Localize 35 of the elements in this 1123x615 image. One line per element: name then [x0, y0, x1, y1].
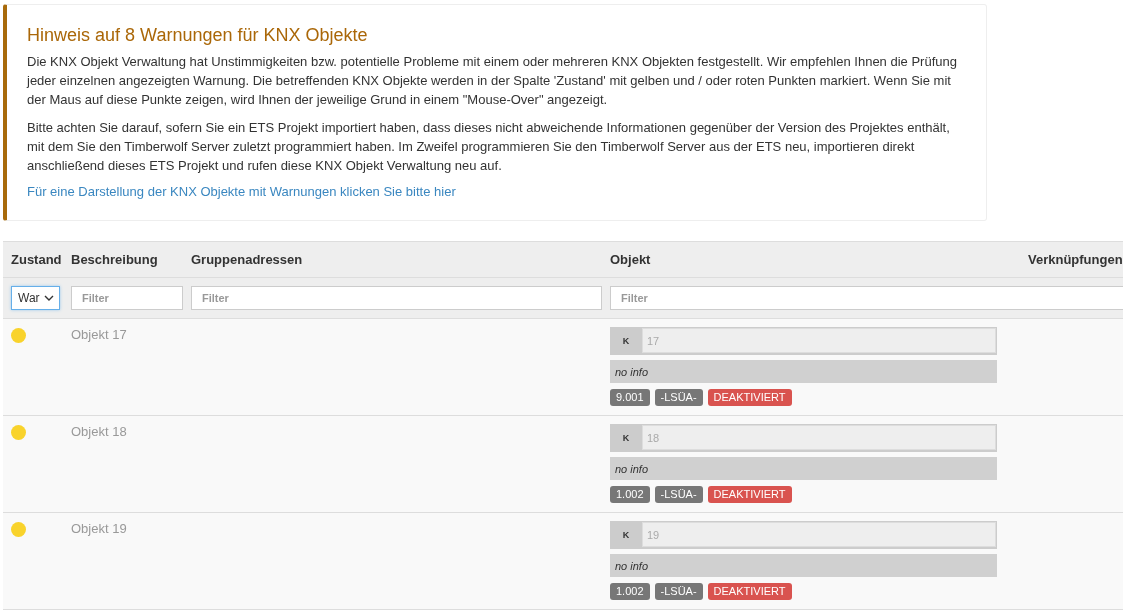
info-bar: no info: [610, 360, 997, 383]
prefix-label: K: [621, 528, 631, 542]
status-tag: DEAKTIVIERT: [707, 486, 792, 503]
filter-field[interactable]: Filter: [71, 286, 183, 310]
notice-paragraph: Bitte achten Sie darauf, sofern Sie ein ETS Projekt importiert haben, dass dieses nicht abweichende Informationen gegenüber der Version des Projektes enthält, mit dem Sie den Timberwolf Server zuletzt programmiert haben. Im Zweifel programmieren Sie den Timberwolf Server aus der ETS neu, importieren direkt anschließend dieses ETS Projekt und rufen diese KNX Objekt Verwaltung neu auf.: [27, 119, 951, 175]
column-header: Beschreibung: [70, 252, 159, 267]
chevron-down-icon: [44, 295, 54, 301]
prefix-label: K: [621, 431, 631, 445]
label-tag: -LSÜA-: [654, 486, 703, 503]
label-tag: 1.002: [610, 583, 650, 600]
notice-paragraph: Die KNX Objekt Verwaltung hat Unstimmigkeiten bzw. potentielle Probleme mit einem oder mehreren KNX Objekten festgestellt. Wir empfehlen Ihnen die Prüfung jeder einzelnen angezeigten Warnung. Die betreffenden KNX Objekte werden in der Spalte 'Zustand' mit gelben und / oder roten Punkten markiert. Wenn Sie mit der Maus auf diese Punkte zeigen, wird Ihnen der jeweilige Grund in einem "Mouse-Over" angezeigt.: [27, 53, 958, 109]
description-text: Objekt 19: [71, 521, 127, 536]
column-header: Verknüpfungen: [1027, 252, 1123, 267]
description-text: Objekt 18: [71, 424, 127, 439]
notice-link[interactable]: Für eine Darstellung der KNX Objekte mit Warnungen klicken Sie bitte hier: [27, 184, 456, 199]
label-tag: 1.002: [610, 486, 650, 503]
label-tag: -LSÜA-: [654, 583, 703, 600]
label-tag: -LSÜA-: [654, 389, 703, 406]
filter-field[interactable]: Filter: [610, 286, 1123, 310]
info-bar: no info: [610, 457, 997, 480]
object-number-field: 17: [642, 328, 996, 353]
description-text: Objekt 17: [71, 327, 127, 342]
status-filter-dropdown[interactable]: War: [11, 286, 60, 310]
column-header: Objekt: [609, 252, 652, 267]
label-tag: 9.001: [610, 389, 650, 406]
column-header: Gruppenadressen: [190, 252, 304, 267]
filter-field[interactable]: Filter: [191, 286, 602, 310]
object-number-field: 18: [642, 425, 996, 450]
object-number-field: 19: [642, 522, 996, 547]
notice-title: Hinweis auf 8 Warnungen für KNX Objekte: [27, 25, 369, 46]
status-tag: DEAKTIVIERT: [707, 389, 792, 406]
info-bar: no info: [610, 554, 997, 577]
prefix-label: K: [621, 334, 631, 348]
column-header: Zustand: [10, 252, 63, 267]
status-tag: DEAKTIVIERT: [707, 583, 792, 600]
